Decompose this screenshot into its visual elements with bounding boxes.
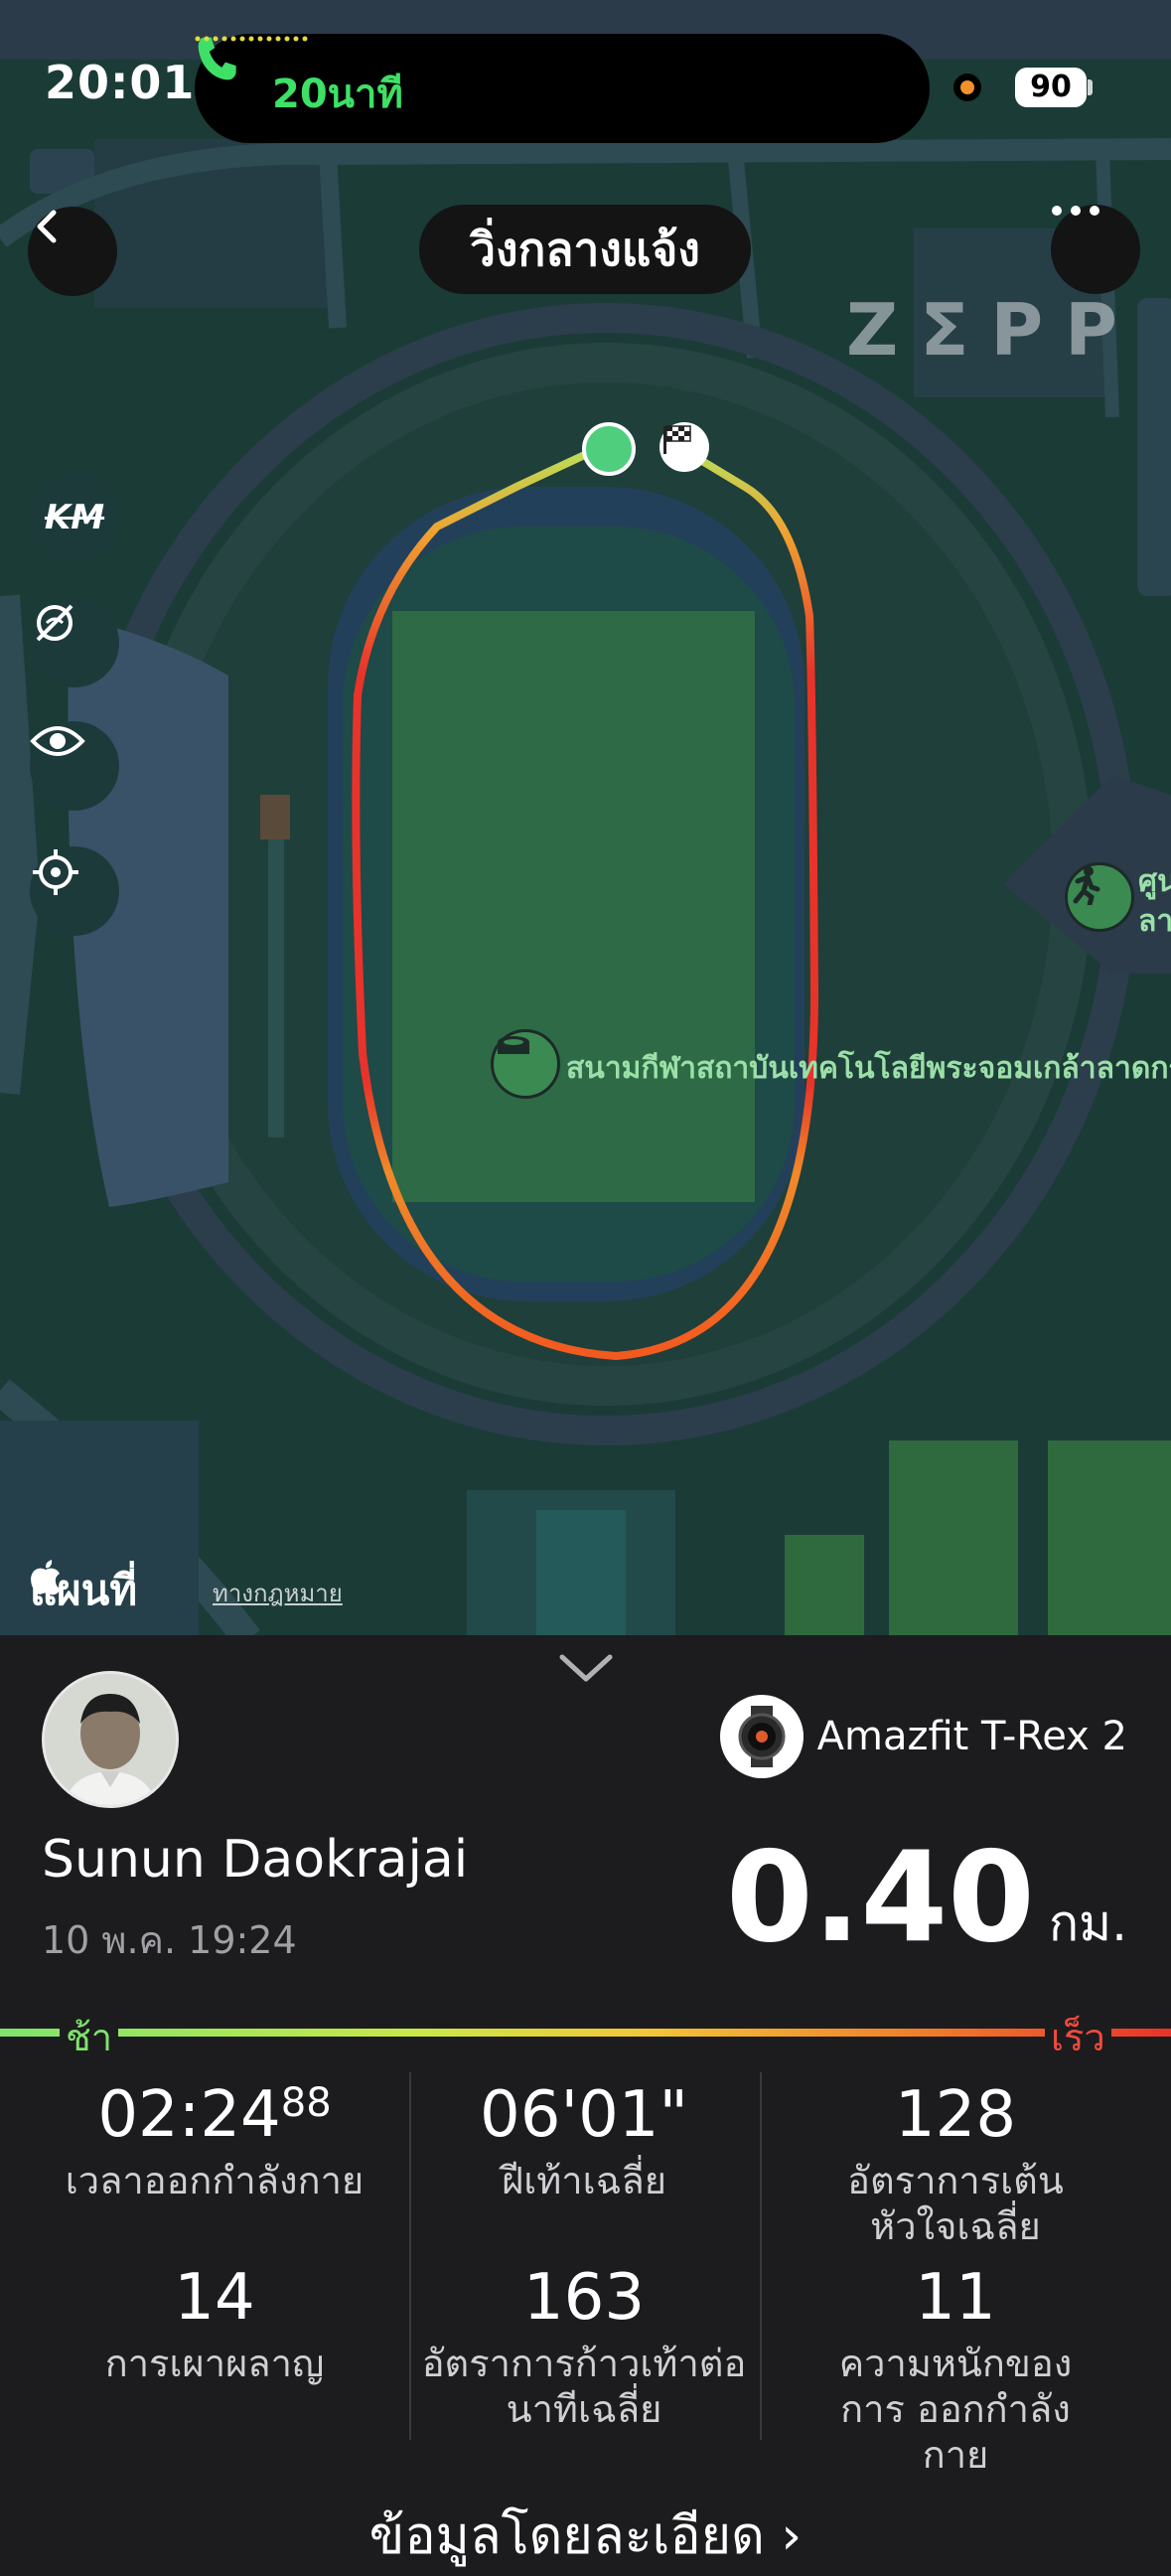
- stat-calories: 14 การเผาผลาญ: [40, 2261, 389, 2386]
- pace-gradient-bar: [0, 2029, 1171, 2037]
- stat-value: 14: [174, 2261, 255, 2335]
- route-map[interactable]: 20:01 20นาที 90 วิ่งกลางแจ้ง ZΣPP KM สนา…: [0, 0, 1171, 1639]
- dynamic-island-call[interactable]: 20นาที: [195, 34, 930, 143]
- maps-attribution: แผนที่: [30, 1558, 137, 1623]
- stadium-poi-label[interactable]: สนามกีฬาสถาบันเทคโนโลยีพระจอมเกล้าลาดกระ…: [566, 1045, 1171, 1092]
- stat-exercise-time: 02:2488 เวลาออกกำลังกาย: [40, 2078, 389, 2203]
- stat-label: เวลาออกกำลังกาย: [65, 2159, 365, 2202]
- stat-label: อัตราการก้าวเท้าต่อ นาทีเฉลี่ย: [421, 2342, 747, 2431]
- chevron-left-icon: [37, 210, 57, 243]
- stat-value: 128: [894, 2078, 1017, 2152]
- audio-level-icon: [195, 36, 308, 42]
- stat-avg-cadence: 163 อัตราการก้าวเท้าต่อ นาทีเฉลี่ย: [409, 2261, 759, 2432]
- stat-divider: [760, 2072, 762, 2440]
- battery-indicator: 90: [1015, 68, 1087, 107]
- distance-unit: กม.: [1048, 1894, 1127, 1952]
- zepp-watermark: ZΣPP: [846, 288, 1139, 372]
- stat-value-suffix: 88: [280, 2080, 332, 2126]
- collapse-chevron-icon[interactable]: [558, 1653, 614, 1683]
- hide-data-toggle[interactable]: [30, 598, 119, 687]
- battery-tip: [1088, 79, 1093, 95]
- stat-avg-heart-rate: 128 อัตราการเต้น หัวใจเฉลี่ย: [781, 2078, 1130, 2249]
- stat-label: การเผาผลาญ: [104, 2342, 325, 2385]
- side-poi-label[interactable]: ศูนลา: [1138, 862, 1171, 942]
- stat-exercise-load: 11 ความหนักของการ ออกกำลังกาย: [781, 2261, 1130, 2478]
- stat-value-main: 02:24: [97, 2078, 281, 2152]
- eye-icon: [30, 726, 85, 756]
- workout-date: 10 พ.ค. 19:24: [42, 1918, 297, 1962]
- side-poi-label-line2: ลา: [1138, 904, 1171, 939]
- running-poi-icon[interactable]: [1065, 862, 1134, 932]
- device-info[interactable]: Amazfit T-Rex 2: [719, 1695, 1127, 1778]
- km-icon: KM: [44, 498, 105, 537]
- stat-value: 163: [522, 2261, 646, 2335]
- locate-button[interactable]: [30, 846, 119, 936]
- privacy-indicator-icon: [953, 74, 981, 101]
- locate-icon: [33, 849, 78, 895]
- view-toggle[interactable]: [30, 721, 119, 811]
- workout-summary-panel: Amazfit T-Rex 2 Sunun Daokrajai 10 พ.ค. …: [0, 1635, 1171, 2566]
- workout-type-title: วิ่งกลางแจ้ง: [419, 205, 751, 294]
- legal-link[interactable]: ทางกฎหมาย: [213, 1574, 343, 1612]
- watch-icon: [719, 1695, 804, 1778]
- distance-display: 0.40 กม.: [726, 1824, 1127, 1970]
- stat-value: 06'01": [480, 2078, 688, 2152]
- hide-icon: [36, 604, 73, 642]
- call-duration: 20นาที: [272, 72, 403, 117]
- device-name: Amazfit T-Rex 2: [816, 1714, 1127, 1759]
- detailed-data-link[interactable]: ข้อมูลโดยละเอียด ›: [0, 2494, 1171, 2576]
- apple-logo-icon: [31, 1560, 61, 1595]
- start-marker: [582, 422, 636, 476]
- pace-fast-label: เร็ว: [1045, 2007, 1111, 2067]
- stat-value: 02:2488: [40, 2078, 389, 2152]
- back-button[interactable]: [28, 207, 117, 296]
- status-time: 20:01: [45, 56, 196, 109]
- stat-value: 11: [915, 2261, 996, 2335]
- more-options-button[interactable]: [1051, 205, 1140, 294]
- finish-flag-icon: [659, 422, 709, 472]
- user-name: Sunun Daokrajai: [42, 1830, 469, 1890]
- stat-label: ความหนักของการ ออกกำลังกาย: [838, 2342, 1073, 2477]
- distance-value: 0.40: [725, 1824, 1035, 1970]
- km-markers-toggle[interactable]: KM: [30, 473, 119, 562]
- avatar[interactable]: [42, 1671, 179, 1808]
- stat-label: ฝีเท้าเฉลี่ย: [501, 2159, 667, 2202]
- stat-label: อัตราการเต้น หัวใจเฉลี่ย: [847, 2159, 1064, 2248]
- stat-avg-pace: 06'01" ฝีเท้าเฉลี่ย: [409, 2078, 759, 2203]
- side-poi-label-line1: ศูน: [1138, 864, 1171, 899]
- pace-slow-label: ช้า: [60, 2007, 119, 2067]
- more-icon: [1052, 206, 1099, 216]
- stadium-poi-icon[interactable]: [491, 1029, 560, 1099]
